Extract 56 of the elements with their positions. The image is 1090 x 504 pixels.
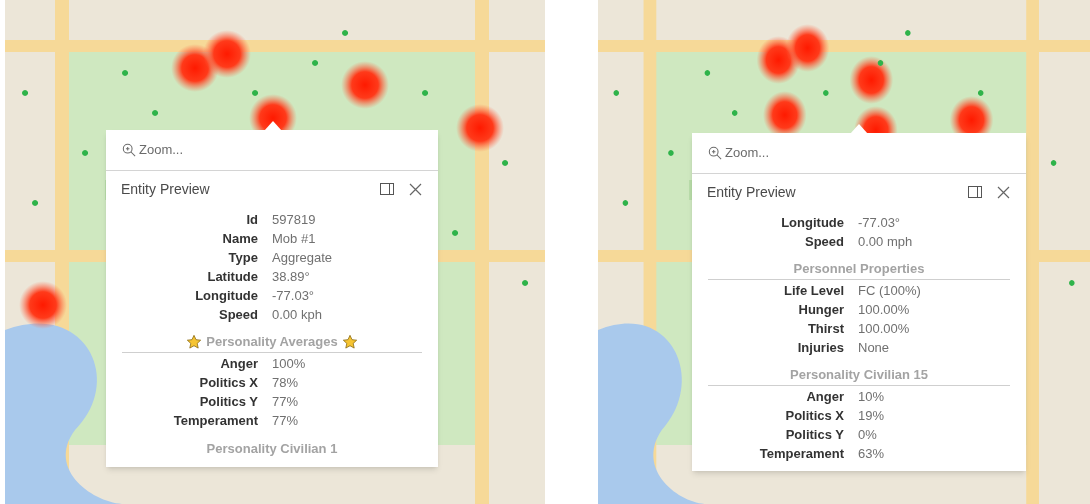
dock-icon [380,183,394,195]
field-value: 100% [272,355,307,373]
field-label: Longitude [780,214,844,232]
field-value: 38.89° [272,268,311,286]
field-label: Injuries [796,339,844,357]
field-label: Latitude [206,268,258,286]
field-label: Politics Y [198,393,258,411]
zoom-in-icon [708,146,722,160]
section-heading: Personality Civilian 15 [790,365,928,384]
field-value: 77% [272,393,300,411]
field-value: 63% [858,445,886,463]
field-label: Temperament [172,412,258,430]
field-label: Politics Y [784,426,844,444]
field-label: Temperament [758,445,844,463]
zoom-link[interactable]: Zoom... [708,143,770,163]
field-value: 19% [858,407,886,425]
field-value: FC (100%) [858,282,922,300]
field-label: Speed [218,306,258,324]
field-value: 77% [272,412,300,430]
star-icon [186,333,203,350]
zoom-in-icon [122,143,136,157]
field-value: -77.03° [272,287,316,305]
star-icon [341,333,358,350]
popup-title: Entity Preview [121,179,211,199]
field-label: Anger [805,388,844,406]
field-value: 0.00 mph [858,233,914,251]
field-value: 597819 [272,211,317,229]
field-label: Anger [219,355,258,373]
field-value: 0% [858,426,878,444]
field-label: Life Level [783,282,844,300]
field-label: Politics X [784,407,844,425]
section-heading: Personnel Properties [793,259,925,278]
close-icon [408,182,422,196]
field-value: 100.00% [858,301,911,319]
field-label: Name [221,230,258,248]
close-icon [996,185,1010,199]
field-label: Speed [804,233,844,251]
field-label: Longitude [194,287,258,305]
field-label: Thirst [806,320,844,338]
popup-title: Entity Preview [707,182,797,202]
dock-icon [968,186,982,198]
field-label: Hunger [797,301,844,319]
field-value: Aggregate [272,249,333,267]
field-value: 78% [272,374,300,392]
field-value: -77.03° [858,214,902,232]
section-heading: Personality Averages [206,332,338,351]
zoom-link[interactable]: Zoom... [122,140,184,160]
section-heading: Personality Civilian 1 [206,440,338,459]
field-value: 100.00% [858,320,911,338]
field-value: 10% [858,388,886,406]
field-label: Id [245,211,258,229]
field-value: None [858,339,891,357]
field-value: 0.00 kph [272,306,323,324]
field-label: Type [227,249,258,267]
field-label: Politics X [198,374,258,392]
field-value: Mob #1 [272,230,317,248]
